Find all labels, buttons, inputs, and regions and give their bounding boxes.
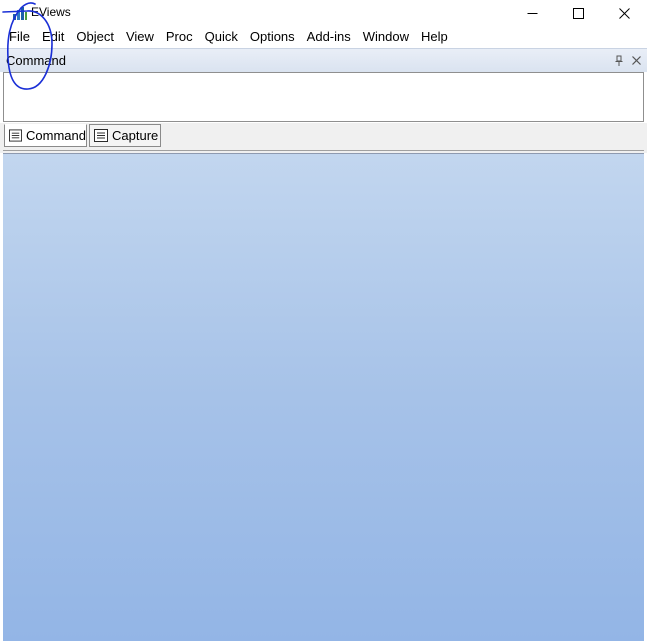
command-input-area[interactable] bbox=[3, 72, 644, 122]
close-button[interactable] bbox=[601, 0, 647, 26]
menu-quick[interactable]: Quick bbox=[199, 26, 244, 47]
tab-command[interactable]: Command bbox=[4, 124, 87, 147]
maximize-icon bbox=[572, 7, 584, 19]
menu-view[interactable]: View bbox=[120, 26, 160, 47]
window-title: EViews bbox=[31, 5, 71, 19]
document-icon bbox=[9, 129, 23, 142]
menu-add-ins[interactable]: Add-ins bbox=[301, 26, 357, 47]
menu-options[interactable]: Options bbox=[244, 26, 301, 47]
menu-bar: File Edit Object View Proc Quick Options… bbox=[0, 26, 647, 47]
close-icon bbox=[618, 7, 630, 19]
tabstrip-divider bbox=[3, 150, 644, 151]
tab-capture-label: Capture bbox=[112, 128, 159, 143]
minimize-button[interactable] bbox=[509, 0, 555, 26]
menu-edit[interactable]: Edit bbox=[36, 26, 70, 47]
maximize-button[interactable] bbox=[555, 0, 601, 26]
close-icon[interactable] bbox=[631, 55, 642, 66]
menu-file[interactable]: File bbox=[0, 26, 36, 47]
minimize-icon bbox=[527, 12, 537, 14]
tab-command-label: Command bbox=[26, 128, 86, 143]
workspace-area[interactable] bbox=[3, 153, 644, 641]
tab-capture[interactable]: Capture bbox=[89, 124, 161, 147]
menu-object[interactable]: Object bbox=[70, 26, 120, 47]
document-icon bbox=[94, 129, 108, 142]
command-panel-header: Command bbox=[0, 48, 647, 72]
command-panel-title: Command bbox=[6, 53, 66, 68]
menu-proc[interactable]: Proc bbox=[160, 26, 199, 47]
pin-icon[interactable] bbox=[613, 55, 625, 67]
title-bar: EViews bbox=[0, 0, 647, 26]
menu-help[interactable]: Help bbox=[415, 26, 454, 47]
command-tabstrip: Command Capture bbox=[0, 123, 647, 153]
eviews-app-icon bbox=[13, 7, 27, 20]
menu-window[interactable]: Window bbox=[357, 26, 415, 47]
